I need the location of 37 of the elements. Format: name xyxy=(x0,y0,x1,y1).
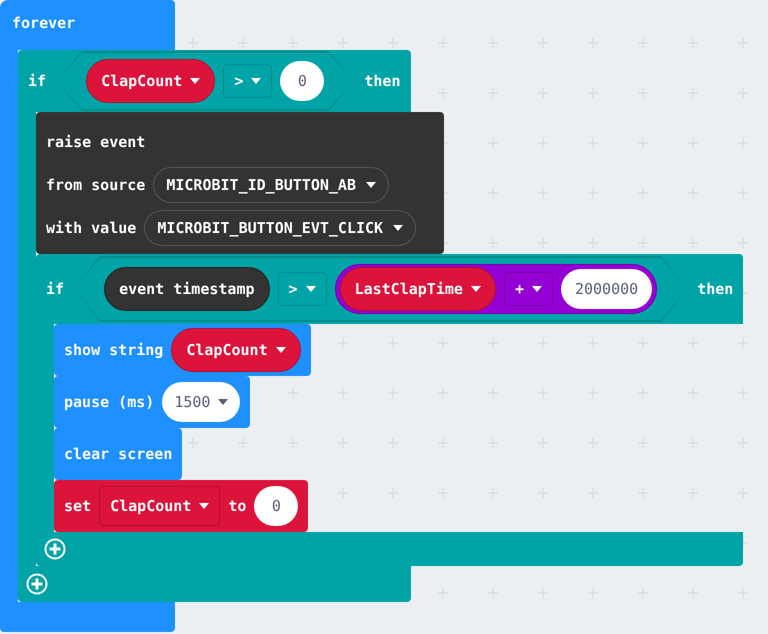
add-icon[interactable] xyxy=(44,538,66,560)
block-label: set xyxy=(64,497,92,515)
block-label: pause (ms) xyxy=(64,393,154,411)
number-dropdown[interactable]: 1500 xyxy=(162,382,240,422)
source-dropdown[interactable]: MICROBIT_BUTTON_EVT_CLICK xyxy=(144,210,416,246)
variable-dropdown[interactable]: ClapCount xyxy=(171,328,301,372)
event-timestamp-block[interactable]: event timestamp xyxy=(104,267,270,311)
add-icon[interactable] xyxy=(26,573,48,595)
caret-icon xyxy=(532,286,542,292)
number-field[interactable]: 2000000 xyxy=(560,269,652,309)
variable-dropdown[interactable]: LastClapTime xyxy=(340,267,496,311)
caret-icon xyxy=(366,182,376,188)
caret-icon xyxy=(306,286,316,292)
caret-icon xyxy=(199,503,210,509)
block-label: to xyxy=(228,497,246,515)
block-label: show string xyxy=(64,341,164,359)
source-dropdown[interactable]: MICROBIT_ID_BUTTON_AB xyxy=(153,167,389,203)
number-field[interactable]: 0 xyxy=(254,486,298,526)
block-label: if xyxy=(46,280,64,298)
operator-dropdown[interactable]: + xyxy=(504,272,553,306)
caret-icon xyxy=(190,78,200,84)
number-field[interactable]: 0 xyxy=(280,61,324,101)
block-label: if xyxy=(28,72,46,90)
block-label: then xyxy=(697,280,734,298)
block-label: from source xyxy=(46,176,146,194)
caret-icon xyxy=(393,225,404,231)
block-label: with value xyxy=(46,219,136,237)
block-label: raise event xyxy=(46,133,146,151)
caret-icon xyxy=(470,286,481,292)
block-label: clear screen xyxy=(64,445,172,463)
caret-icon xyxy=(276,347,286,353)
block-label: then xyxy=(364,72,400,90)
caret-icon xyxy=(218,399,228,405)
variable-dropdown[interactable]: ClapCount xyxy=(86,59,216,103)
block-label: forever xyxy=(12,14,76,32)
caret-icon xyxy=(251,78,262,84)
variable-dropdown[interactable]: ClapCount xyxy=(99,486,220,526)
